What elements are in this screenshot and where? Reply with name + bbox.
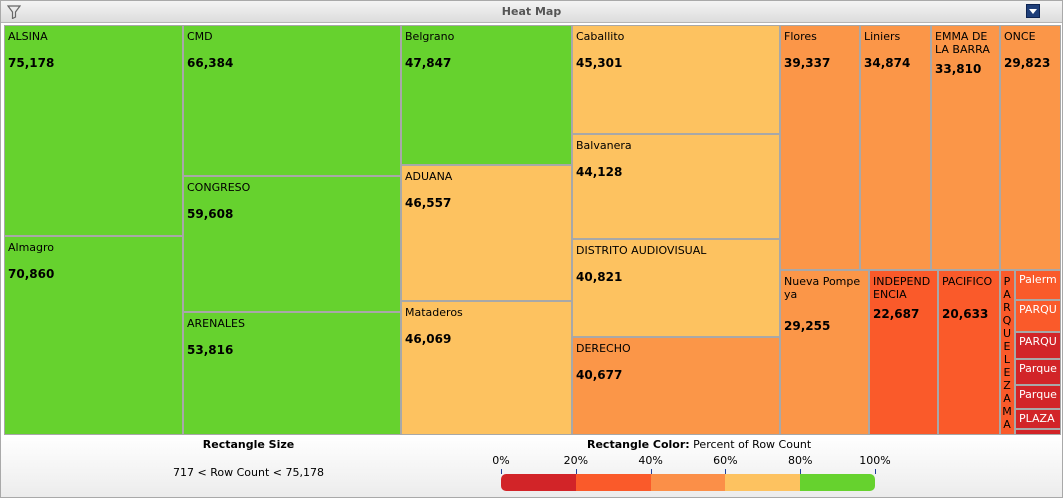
- color-scale-segment: [501, 474, 577, 491]
- treemap-cell[interactable]: ADUANA 46,557: [401, 165, 572, 301]
- treemap-cell[interactable]: PARQU: [1015, 332, 1061, 359]
- treemap-cell-label: ALSINA: [8, 30, 48, 43]
- treemap-cell-label: PLAZA: [1019, 412, 1055, 425]
- panel-menu-button[interactable]: [1026, 4, 1040, 18]
- treemap-cell-value: 75,178: [8, 56, 55, 70]
- treemap-cell-label: Mataderos: [405, 306, 463, 319]
- color-scale-segment: [650, 474, 727, 491]
- treemap-cell-label: Flores: [784, 30, 817, 43]
- treemap-cell[interactable]: Almagro 70,860: [4, 236, 183, 435]
- treemap-cell-label: Parque: [1019, 362, 1057, 375]
- treemap-cell-value: 70,860: [8, 267, 55, 281]
- treemap-cell-label: PARQU: [1019, 303, 1057, 316]
- treemap-cell[interactable]: Nueva Pompeya 29,255: [780, 270, 869, 435]
- color-legend-tick-label: 20%: [563, 454, 589, 467]
- treemap-cell[interactable]: ALSINA 75,178: [4, 25, 183, 236]
- treemap-cell-value: 40,677: [576, 368, 623, 382]
- color-legend-tick-label: 40%: [638, 454, 663, 467]
- treemap-cell[interactable]: Balvanera 44,128: [572, 134, 780, 239]
- size-legend-heading: Rectangle Size: [202, 438, 295, 451]
- treemap-cell-label: INDEPENDENCIA: [873, 275, 931, 301]
- treemap-cell-label: CONGRESO: [187, 181, 251, 194]
- treemap-cell-value: 66,384: [187, 56, 234, 70]
- treemap-cell[interactable]: DERECHO 40,677: [572, 337, 780, 435]
- treemap-cell[interactable]: DISTRITO AUDIOVISUAL 40,821: [572, 239, 780, 337]
- treemap-cell[interactable]: ONCE 29,823: [1000, 25, 1061, 270]
- treemap-cell-value: 46,069: [405, 332, 452, 346]
- treemap-cell-label: DERECHO: [576, 342, 631, 355]
- treemap-cell[interactable]: Liniers 34,874: [860, 25, 931, 270]
- treemap-cell[interactable]: PARQUE LEZAMA: [1000, 270, 1015, 435]
- treemap-cell-value: 20,633: [942, 307, 989, 321]
- treemap: ALSINA 75,178 Almagro 70,860 CMD 66,384 CONGRE…: [4, 25, 1061, 435]
- color-legend-tick-label: 100%: [859, 454, 891, 467]
- size-legend-range: 717 < Row Count < 75,178: [173, 466, 324, 479]
- treemap-cell[interactable]: ARENALES 53,816: [183, 312, 401, 435]
- treemap-cell-label: Belgrano: [405, 30, 455, 43]
- treemap-cell-label: Almagro: [8, 241, 55, 254]
- treemap-cell-label: Palerm: [1019, 273, 1057, 286]
- heat-map-panel: Heat Map ALSINA 75,178 Almagro 70,860 CMD 66,…: [0, 0, 1063, 498]
- treemap-cell[interactable]: EMMA DE LA BARRA 33,810: [931, 25, 1000, 270]
- treemap-cell-label: ADUANA: [405, 170, 453, 183]
- treemap-cell-label: PARQU: [1019, 335, 1057, 348]
- treemap-cell-label: ARENALES: [187, 317, 245, 330]
- treemap-cell-label: Parque: [1019, 388, 1057, 401]
- color-legend-tick: [875, 469, 876, 474]
- treemap-cell-value: 59,608: [187, 207, 234, 221]
- treemap-cell[interactable]: Caballito 45,301: [572, 25, 780, 134]
- treemap-cell[interactable]: Flores 39,337: [780, 25, 860, 270]
- color-legend-measure: Percent of Row Count: [689, 438, 812, 451]
- treemap-cell[interactable]: Palerm: [1015, 270, 1061, 300]
- treemap-cell-label: Balvanera: [576, 139, 632, 152]
- treemap-cell[interactable]: CMD 66,384: [183, 25, 401, 176]
- color-scale-segment: [725, 474, 802, 491]
- treemap-cell-value: 33,810: [935, 62, 982, 76]
- treemap-cell-label: Nueva Pompeya: [784, 275, 861, 301]
- color-legend-tick-label: 60%: [713, 454, 738, 467]
- panel-title: Heat Map: [501, 5, 562, 18]
- treemap-cell[interactable]: Belgrano 47,847: [401, 25, 572, 165]
- treemap-cell-label: CMD: [187, 30, 213, 43]
- treemap-cell[interactable]: PLAZA: [1015, 409, 1061, 429]
- treemap-cell-label: Caballito: [576, 30, 625, 43]
- treemap-cell-label: EMMA DE LA BARRA: [935, 30, 990, 56]
- treemap-cell-value: 22,687: [873, 307, 920, 321]
- color-legend-tick-label: 0%: [492, 454, 510, 467]
- treemap-cell-value: 44,128: [576, 165, 623, 179]
- treemap-cell-value: 34,874: [864, 56, 911, 70]
- color-legend-title: Rectangle Color:: [587, 438, 690, 451]
- color-scale-segment: [575, 474, 652, 491]
- treemap-cell-value: 47,847: [405, 56, 452, 70]
- panel-title-bar: Heat Map: [1, 1, 1062, 23]
- treemap-cell-label: DISTRITO AUDIOVISUAL: [576, 244, 707, 257]
- treemap-cell[interactable]: PACIFICO 20,633: [938, 270, 1000, 435]
- color-legend-heading: Rectangle Color: Percent of Row Count: [587, 438, 811, 451]
- treemap-cell[interactable]: PARQU: [1015, 300, 1061, 332]
- treemap-cell-value: 39,337: [784, 56, 831, 70]
- treemap-cell-label: PARQUE LEZAMA: [1002, 275, 1012, 431]
- treemap-cell[interactable]: Mataderos 46,069: [401, 301, 572, 435]
- treemap-cell-label: ONCE: [1004, 30, 1036, 43]
- treemap-cell-value: 40,821: [576, 270, 623, 284]
- treemap-cell-value: 53,816: [187, 343, 234, 357]
- treemap-cell-label: PACIFICO: [942, 275, 993, 288]
- treemap-cell-value: 46,557: [405, 196, 452, 210]
- treemap-cell[interactable]: Parque: [1015, 359, 1061, 385]
- color-legend-tick-label: 80%: [787, 454, 813, 467]
- color-scale-bar: [501, 474, 875, 491]
- treemap-cell[interactable]: CONGRESO 59,608: [183, 176, 401, 312]
- legend: Rectangle Size 717 < Row Count < 75,178 …: [1, 436, 1062, 497]
- treemap-cell[interactable]: Parque: [1015, 385, 1061, 409]
- treemap-cell-value: 29,823: [1004, 56, 1051, 70]
- treemap-cell-label: Liniers: [864, 30, 901, 43]
- treemap-cell-value: 45,301: [576, 56, 623, 70]
- treemap-cell-value: 29,255: [784, 319, 831, 333]
- treemap-cell[interactable]: [1015, 429, 1061, 435]
- treemap-cell[interactable]: INDEPENDENCIA 22,687: [869, 270, 938, 435]
- color-scale-segment: [800, 474, 875, 491]
